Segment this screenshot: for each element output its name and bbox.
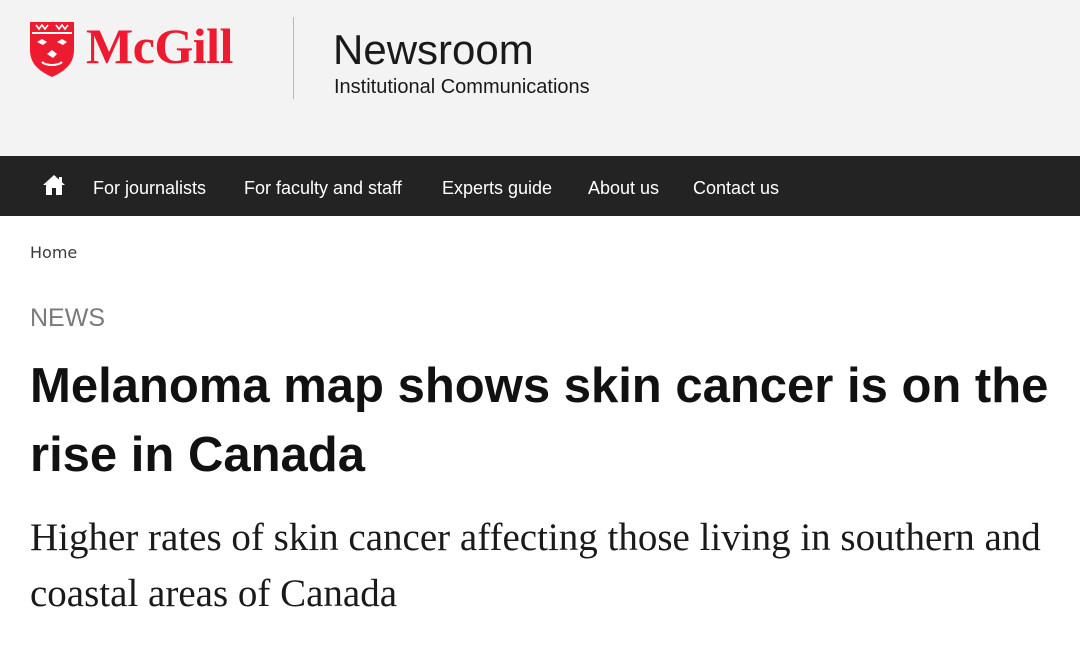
nav-item-contact-us[interactable]: Contact us [693, 156, 779, 216]
nav-item-about-us[interactable]: About us [588, 156, 659, 216]
site-title-link[interactable]: Newsroom [333, 24, 534, 76]
home-icon [43, 175, 65, 195]
article-headline: Melanoma map shows skin cancer is on the… [30, 359, 1049, 482]
site-header: McGill Newsroom Institutional Communicat… [0, 0, 1080, 156]
site-subtitle: Institutional Communications [334, 76, 590, 98]
nav-item-for-journalists[interactable]: For journalists [93, 156, 206, 216]
mcgill-logo-link[interactable]: McGill [28, 18, 268, 80]
mcgill-crest-icon [30, 22, 74, 77]
header-divider [293, 17, 294, 99]
nav-item-experts-guide[interactable]: Experts guide [442, 156, 552, 216]
nav-home-link[interactable] [42, 174, 66, 196]
main-navigation: For journalists For faculty and staff Ex… [0, 156, 1080, 216]
mcgill-wordmark: McGill [86, 18, 233, 74]
article-subheadline: Higher rates of skin cancer affecting th… [30, 516, 1041, 615]
nav-item-for-faculty-and-staff[interactable]: For faculty and staff [244, 156, 402, 216]
article-category: NEWS [30, 304, 105, 332]
breadcrumb-home[interactable]: Home [30, 242, 77, 264]
